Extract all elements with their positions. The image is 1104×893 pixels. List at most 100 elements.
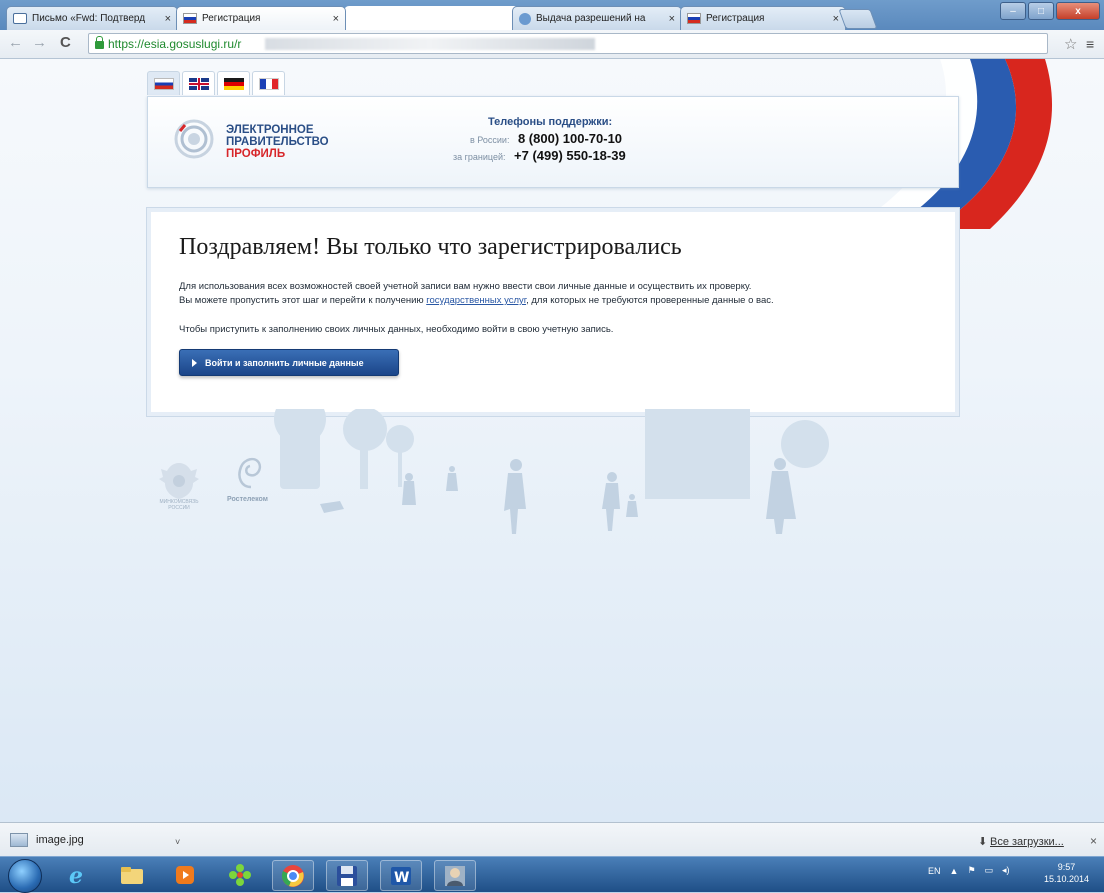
start-button[interactable] <box>8 859 42 893</box>
ru-flag-icon <box>687 13 701 24</box>
close-downloads-bar-icon[interactable]: × <box>1090 834 1097 848</box>
user-app-taskbar-icon[interactable] <box>434 860 476 891</box>
tab-label: Регистрация <box>706 13 765 24</box>
image-file-icon <box>10 833 28 847</box>
network-icon[interactable]: ▭ <box>985 865 994 876</box>
tab-label: Выдача разрешений на <box>536 13 646 24</box>
mail-icon <box>13 13 27 24</box>
volume-icon[interactable]: ◂) <box>1002 865 1010 876</box>
button-label: Войти и заполнить личные данные <box>205 357 364 368</box>
page-viewport: ЭЛЕКТРОННОЕ ПРАВИТЕЛЬСТВО ПРОФИЛЬ Телефо… <box>0 59 1104 822</box>
save-app-taskbar-icon[interactable] <box>326 860 368 891</box>
svg-text:e: e <box>69 863 83 888</box>
download-arrow-icon: ⬇ <box>978 836 988 848</box>
download-filename: image.jpg <box>36 834 84 846</box>
ie-icon: e <box>69 863 83 888</box>
icq-taskbar-icon[interactable] <box>220 860 260 889</box>
windows-taskbar: e W EN ▲ ⚑ ▭ ◂) 9:57 15.10.2014 <box>0 856 1104 893</box>
p2-text-before: Вы можете пропустить этот шаг и перейти … <box>179 295 427 306</box>
flag-notification-icon[interactable]: ⚑ <box>967 865 975 876</box>
tab-close-icon[interactable]: × <box>669 13 675 25</box>
support-russia: в России: 8 (800) 100-70-10 <box>470 131 622 146</box>
info-paragraph-2: Вы можете пропустить этот шаг и перейти … <box>179 295 774 307</box>
clock-date: 15.10.2014 <box>1044 874 1090 884</box>
lang-ru-button[interactable] <box>147 71 180 95</box>
login-fill-data-button[interactable]: Войти и заполнить личные данные <box>179 349 399 376</box>
gov-services-link[interactable]: государственных услуг <box>426 295 526 306</box>
address-bar[interactable]: https://esia.gosuslugi.ru/r <box>88 33 1048 54</box>
system-clock[interactable]: 9:57 15.10.2014 <box>1044 861 1089 885</box>
egov-logo[interactable]: ЭЛЕКТРОННОЕ ПРАВИТЕЛЬСТВО ПРОФИЛЬ <box>226 124 329 160</box>
downloads-bar: image.jpg ˅ ⬇ Все загрузки... × <box>0 822 1104 857</box>
info-paragraph-1: Для использования всех возможностей свое… <box>179 281 752 292</box>
language-indicator[interactable]: EN <box>928 866 941 876</box>
ministry-caption: МИНКОМСВЯЗЬ РОССИИ <box>159 499 199 511</box>
p2-text-after: , для которых не требуются проверенные д… <box>526 295 774 306</box>
clock-time: 9:57 <box>1057 862 1076 872</box>
chrome-taskbar-icon[interactable] <box>272 860 314 891</box>
tab-close-icon[interactable]: × <box>165 13 171 25</box>
browser-menu-icon[interactable]: ≡ <box>1086 36 1094 52</box>
tab-label: Регистрация <box>202 13 261 24</box>
lang-fr-button[interactable] <box>252 71 285 95</box>
uk-flag-icon <box>188 77 209 90</box>
egov-logo-icon[interactable] <box>174 119 214 159</box>
ru-flag-icon <box>153 77 174 90</box>
forward-button[interactable]: → <box>32 34 47 51</box>
all-downloads-link[interactable]: Все загрузки... <box>990 836 1064 848</box>
support-russia-label: в России: <box>470 135 510 145</box>
logo-line-profile: ПРОФИЛЬ <box>226 148 286 160</box>
support-abroad-number: +7 (499) 550-18-39 <box>514 148 626 163</box>
maximize-button[interactable]: □ <box>1028 2 1054 20</box>
system-tray: EN ▲ ⚑ ▭ ◂) <box>928 865 1010 876</box>
lang-de-button[interactable] <box>217 71 250 95</box>
fr-flag-icon <box>258 77 279 90</box>
tab-mail[interactable]: Письмо «Fwd: Подтверд × <box>6 6 178 30</box>
tab-label: Письмо «Fwd: Подтверд <box>32 13 146 24</box>
tab-registration-active[interactable]: Регистрация × <box>176 6 346 30</box>
reload-button[interactable]: C <box>60 34 71 51</box>
tray-expand-icon[interactable]: ▲ <box>950 866 959 876</box>
support-russia-number: 8 (800) 100-70-10 <box>517 131 623 146</box>
language-switcher <box>147 71 285 95</box>
site-header: ЭЛЕКТРОННОЕ ПРАВИТЕЛЬСТВО ПРОФИЛЬ Телефо… <box>147 96 959 188</box>
city-silhouette-decoration <box>274 409 829 534</box>
bookmark-star-icon[interactable]: ☆ <box>1064 35 1077 53</box>
globe-icon <box>519 12 531 25</box>
redacted-url <box>265 37 596 50</box>
de-flag-icon <box>223 77 244 90</box>
explorer-taskbar-icon[interactable] <box>112 860 152 889</box>
support-abroad-label: за границей: <box>453 152 506 162</box>
ru-flag-icon <box>183 13 197 24</box>
lock-icon <box>95 36 104 49</box>
media-player-icon <box>176 865 194 884</box>
info-paragraph-3: Чтобы приступить к заполнению своих личн… <box>179 324 614 335</box>
person-avatar-icon <box>445 865 465 886</box>
support-abroad: за границей: +7 (499) 550-18-39 <box>453 148 626 163</box>
word-taskbar-icon[interactable]: W <box>380 860 422 891</box>
media-player-taskbar-icon[interactable] <box>165 860 205 889</box>
close-window-button[interactable]: x <box>1056 2 1100 20</box>
window-controls: – □ x <box>1000 2 1100 20</box>
logo-line: ЭЛЕКТРОННОЕ <box>226 124 314 136</box>
ie-taskbar-icon[interactable]: e <box>58 860 98 889</box>
back-button[interactable]: ← <box>8 34 23 51</box>
chrome-icon <box>281 864 304 887</box>
svg-text:W: W <box>394 870 409 886</box>
new-tab-button[interactable] <box>838 9 878 29</box>
logo-line: ПРАВИТЕЛЬСТВО <box>226 136 329 148</box>
support-title: Телефоны поддержки: <box>488 116 613 128</box>
tab-blank[interactable] <box>344 6 519 30</box>
tab-registration[interactable]: Регистрация × <box>680 6 846 30</box>
download-menu-caret-icon[interactable]: ˅ <box>175 837 180 847</box>
download-item[interactable]: image.jpg <box>10 829 186 851</box>
tab-close-icon[interactable]: × <box>833 13 839 25</box>
icq-flower-icon <box>229 863 251 886</box>
page-title: Поздравляем! Вы только что зарегистриров… <box>179 234 682 260</box>
minimize-button[interactable]: – <box>1000 2 1026 20</box>
folder-icon <box>121 866 143 884</box>
url-text: https://esia.gosuslugi.ru/r <box>108 36 242 51</box>
tab-close-icon[interactable]: × <box>333 13 339 25</box>
tab-permits[interactable]: Выдача разрешений на × <box>512 6 682 30</box>
lang-en-button[interactable] <box>182 71 215 95</box>
